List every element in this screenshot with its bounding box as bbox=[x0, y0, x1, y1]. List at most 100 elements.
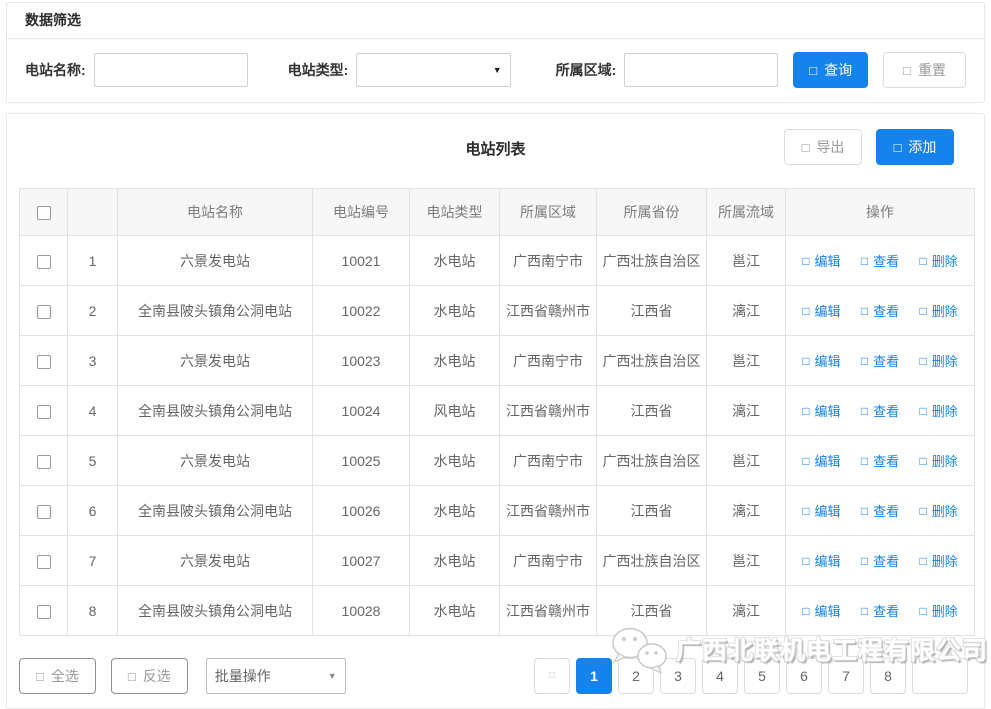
row-checkbox[interactable] bbox=[37, 605, 51, 619]
page-button[interactable]: 2 bbox=[618, 658, 654, 694]
edit-link[interactable]: □编辑 bbox=[802, 501, 840, 520]
table-row: 1 六景发电站 10021 水电站 广西南宁市 广西壮族自治区 邕江 □编辑 □… bbox=[20, 236, 975, 286]
edit-link[interactable]: □编辑 bbox=[802, 351, 840, 370]
delete-link-label: 删除 bbox=[932, 451, 958, 470]
province-cell: 广西壮族自治区 bbox=[597, 336, 707, 386]
edit-link[interactable]: □编辑 bbox=[802, 601, 840, 620]
table-row: 3 六景发电站 10023 水电站 广西南宁市 广西壮族自治区 邕江 □编辑 □… bbox=[20, 336, 975, 386]
edit-link[interactable]: □编辑 bbox=[802, 251, 840, 270]
edit-icon: □ bbox=[802, 555, 809, 567]
row-checkbox[interactable] bbox=[37, 355, 51, 369]
edit-link[interactable]: □编辑 bbox=[802, 401, 840, 420]
row-checkbox[interactable] bbox=[37, 405, 51, 419]
province-cell: 广西壮族自治区 bbox=[597, 236, 707, 286]
table-row: 7 六景发电站 10027 水电站 广西南宁市 广西壮族自治区 邕江 □编辑 □… bbox=[20, 536, 975, 586]
region-cell: 江西省赣州市 bbox=[500, 386, 597, 436]
station-name-input[interactable] bbox=[94, 53, 248, 87]
delete-link[interactable]: □删除 bbox=[920, 501, 958, 520]
header-index-cell bbox=[68, 189, 118, 236]
province-cell: 江西省 bbox=[597, 286, 707, 336]
row-checkbox[interactable] bbox=[37, 305, 51, 319]
view-link[interactable]: □查看 bbox=[861, 501, 899, 520]
delete-icon: □ bbox=[920, 255, 927, 267]
view-link[interactable]: □查看 bbox=[861, 301, 899, 320]
region-label: 所属区域: bbox=[556, 60, 617, 80]
view-link[interactable]: □查看 bbox=[861, 351, 899, 370]
page-button[interactable]: 3 bbox=[660, 658, 696, 694]
delete-link[interactable]: □删除 bbox=[920, 301, 958, 320]
view-icon: □ bbox=[861, 555, 868, 567]
view-link[interactable]: □查看 bbox=[861, 251, 899, 270]
page-button[interactable]: 1 bbox=[576, 658, 612, 694]
next-page-button[interactable] bbox=[912, 658, 968, 694]
page-button[interactable]: 6 bbox=[786, 658, 822, 694]
delete-link[interactable]: □删除 bbox=[920, 451, 958, 470]
delete-icon: □ bbox=[920, 555, 927, 567]
view-icon: □ bbox=[861, 355, 868, 367]
select-all-checkbox[interactable] bbox=[37, 206, 51, 220]
province-cell: 江西省 bbox=[597, 586, 707, 636]
station-type-label: 电站类型: bbox=[288, 60, 349, 80]
row-checkbox[interactable] bbox=[37, 255, 51, 269]
delete-link[interactable]: □删除 bbox=[920, 351, 958, 370]
edit-icon: □ bbox=[802, 405, 809, 417]
header-station-code: 电站编号 bbox=[313, 189, 410, 236]
row-checkbox[interactable] bbox=[37, 505, 51, 519]
station-type-cell: 水电站 bbox=[410, 286, 500, 336]
row-checkbox[interactable] bbox=[37, 455, 51, 469]
row-index: 3 bbox=[68, 336, 118, 386]
delete-icon: □ bbox=[920, 405, 927, 417]
region-cell: 广西南宁市 bbox=[500, 336, 597, 386]
actions-cell: □编辑 □查看 □删除 bbox=[786, 286, 975, 336]
pagination: □ 1 2 3 4 5 6 7 8 bbox=[528, 658, 968, 694]
select-all-button-label: 全选 bbox=[51, 666, 79, 686]
delete-icon: □ bbox=[920, 355, 927, 367]
invert-select-button[interactable]: □ 反选 bbox=[111, 658, 188, 694]
station-code-cell: 10025 bbox=[313, 436, 410, 486]
actions-cell: □编辑 □查看 □删除 bbox=[786, 536, 975, 586]
add-button[interactable]: □ 添加 bbox=[876, 129, 954, 165]
station-type-select[interactable]: ▼ bbox=[356, 53, 510, 87]
query-button[interactable]: □ 查询 bbox=[793, 52, 868, 88]
region-input[interactable] bbox=[624, 53, 778, 87]
row-checkbox-cell bbox=[20, 336, 68, 386]
station-name-cell: 六景发电站 bbox=[118, 236, 313, 286]
add-icon: □ bbox=[894, 141, 902, 154]
station-code-cell: 10027 bbox=[313, 536, 410, 586]
delete-link[interactable]: □ 删除 bbox=[920, 401, 958, 420]
batch-action-select[interactable]: 批量操作 ▼ bbox=[206, 658, 346, 694]
view-link[interactable]: □查看 bbox=[861, 601, 899, 620]
row-checkbox[interactable] bbox=[37, 555, 51, 569]
page-button[interactable]: 8 bbox=[870, 658, 906, 694]
actions-cell: □编辑 □查看 □删除 bbox=[786, 436, 975, 486]
edit-link[interactable]: □编辑 bbox=[802, 551, 840, 570]
header-station-type: 电站类型 bbox=[410, 189, 500, 236]
reset-button[interactable]: □ 重置 bbox=[883, 52, 966, 88]
row-checkbox-cell bbox=[20, 486, 68, 536]
page-button[interactable]: 4 bbox=[702, 658, 738, 694]
view-link-label: 查看 bbox=[873, 451, 899, 470]
prev-icon: □ bbox=[549, 671, 555, 681]
view-link[interactable]: □查看 bbox=[861, 451, 899, 470]
delete-link-label: 删除 bbox=[932, 401, 958, 420]
page-button[interactable]: 5 bbox=[744, 658, 780, 694]
table-row: 2 全南县陂头镇角公洞电站 10022 水电站 江西省赣州市 江西省 漓江 □编… bbox=[20, 286, 975, 336]
station-type-cell: 水电站 bbox=[410, 486, 500, 536]
prev-page-button[interactable]: □ bbox=[534, 658, 570, 694]
export-button[interactable]: □ 导出 bbox=[784, 129, 862, 165]
station-type-cell: 水电站 bbox=[410, 336, 500, 386]
edit-link[interactable]: □编辑 bbox=[802, 301, 840, 320]
view-icon: □ bbox=[861, 255, 868, 267]
invert-select-icon: □ bbox=[128, 670, 136, 683]
view-link[interactable]: □查看 bbox=[861, 401, 899, 420]
select-all-button[interactable]: □ 全选 bbox=[19, 658, 96, 694]
page-button[interactable]: 7 bbox=[828, 658, 864, 694]
basin-cell: 邕江 bbox=[707, 536, 786, 586]
delete-link[interactable]: □删除 bbox=[920, 251, 958, 270]
edit-link[interactable]: □编辑 bbox=[802, 451, 840, 470]
delete-link[interactable]: □删除 bbox=[920, 551, 958, 570]
edit-link-label: 编辑 bbox=[814, 351, 840, 370]
delete-link[interactable]: □删除 bbox=[920, 601, 958, 620]
view-link[interactable]: □查看 bbox=[861, 551, 899, 570]
basin-cell: 邕江 bbox=[707, 336, 786, 386]
